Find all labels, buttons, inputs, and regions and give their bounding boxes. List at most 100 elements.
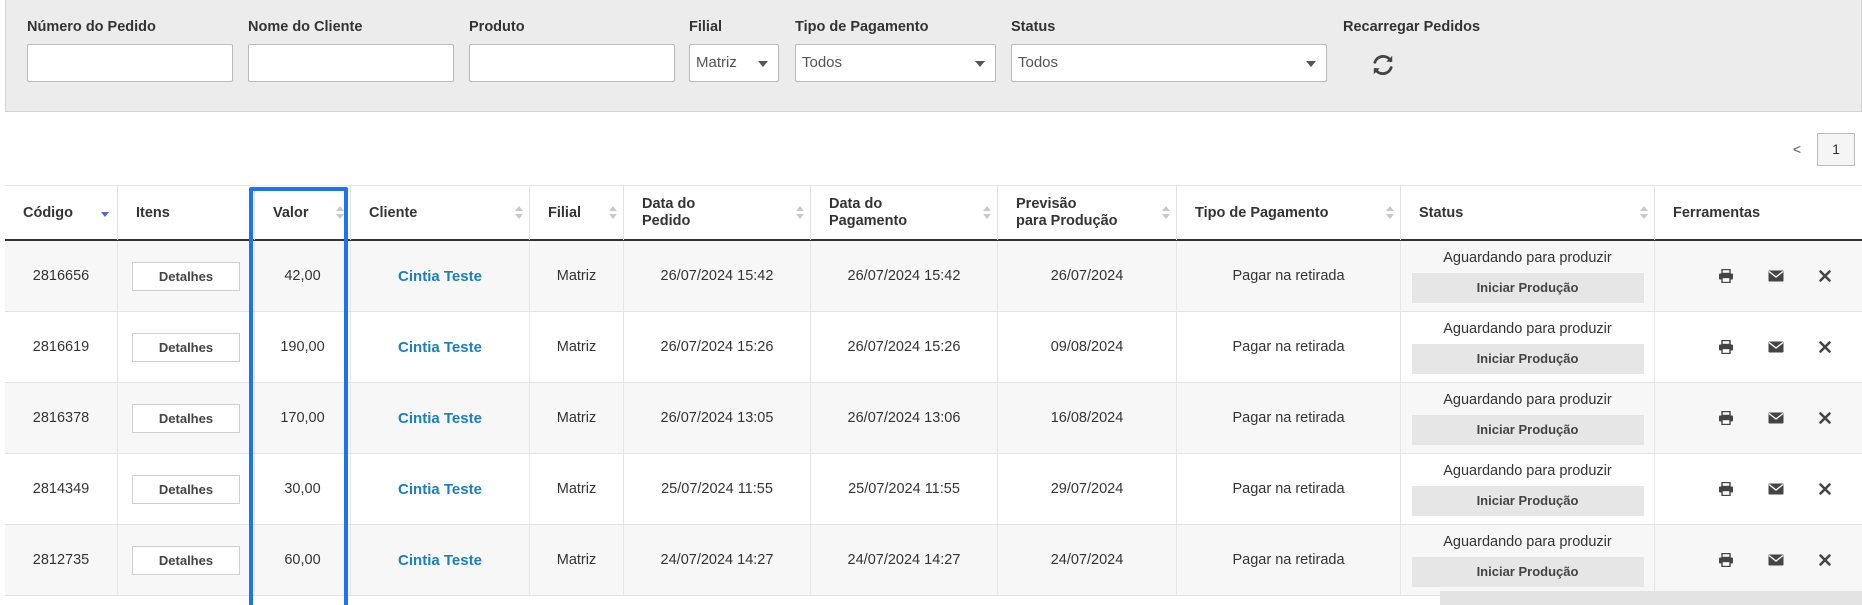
cell-client: Cintia Teste <box>351 383 530 453</box>
print-icon[interactable] <box>1718 411 1734 425</box>
cell-items: Detalhes <box>118 312 255 382</box>
forecast-date: 24/07/2024 <box>1050 552 1124 568</box>
col-header-code[interactable]: Código <box>5 186 118 240</box>
cell-status: Aguardando para produzir Iniciar Produçã… <box>1401 525 1655 595</box>
sort-desc-icon <box>101 206 109 220</box>
pagination: < 1 <box>1793 132 1855 166</box>
cell-client: Cintia Teste <box>351 454 530 524</box>
cell-items: Detalhes <box>118 241 255 311</box>
payment-date: 24/07/2024 14:27 <box>847 552 961 568</box>
cell-code: 2816378 <box>5 383 118 453</box>
forecast-date: 29/07/2024 <box>1050 481 1124 497</box>
cell-forecast: 29/07/2024 <box>998 454 1177 524</box>
cell-payment-date: 26/07/2024 15:42 <box>811 241 998 311</box>
start-production-button[interactable]: Iniciar Produção <box>1411 344 1644 374</box>
close-icon[interactable] <box>1817 269 1833 283</box>
order-date: 25/07/2024 11:55 <box>661 481 773 497</box>
branch-label: Filial <box>689 19 723 35</box>
envelope-icon[interactable] <box>1768 340 1784 354</box>
print-icon[interactable] <box>1718 482 1734 496</box>
cell-client: Cintia Teste <box>351 525 530 595</box>
start-production-button[interactable]: Iniciar Produção <box>1411 415 1644 445</box>
table-row: 2816656 Detalhes 42,00 Cintia Teste Matr… <box>5 241 1862 312</box>
col-header-status[interactable]: Status <box>1401 186 1655 240</box>
print-icon[interactable] <box>1718 553 1734 567</box>
order-number-input[interactable] <box>27 44 233 82</box>
order-date: 24/07/2024 14:27 <box>660 552 774 568</box>
cell-payment-date: 25/07/2024 11:55 <box>811 454 998 524</box>
cell-order-date: 24/07/2024 14:27 <box>624 525 811 595</box>
status-select[interactable]: Todos <box>1011 44 1327 82</box>
details-button[interactable]: Detalhes <box>132 545 240 575</box>
branch-select[interactable]: Matriz <box>689 44 779 82</box>
client-link[interactable]: Cintia Teste <box>398 410 482 427</box>
client-link[interactable]: Cintia Teste <box>398 481 482 498</box>
start-production-button[interactable]: Iniciar Produção <box>1411 557 1644 587</box>
product-label: Produto <box>469 19 525 35</box>
chevron-down-icon <box>975 61 985 67</box>
col-header-label: Filial <box>548 204 582 221</box>
pagination-page-current[interactable]: 1 <box>1817 132 1855 166</box>
client-link[interactable]: Cintia Teste <box>398 268 482 285</box>
details-button[interactable]: Detalhes <box>132 332 240 362</box>
print-icon[interactable] <box>1718 340 1734 354</box>
client-link[interactable]: Cintia Teste <box>398 552 482 569</box>
sort-icon <box>1162 206 1170 220</box>
close-icon[interactable] <box>1817 411 1833 425</box>
start-production-button[interactable]: Iniciar Produção <box>1411 486 1644 516</box>
envelope-icon[interactable] <box>1768 553 1784 567</box>
print-icon[interactable] <box>1718 269 1734 283</box>
payment-type: Pagar na retirada <box>1232 339 1345 355</box>
payment-date: 26/07/2024 15:42 <box>847 268 961 284</box>
chevron-down-icon <box>1306 61 1316 67</box>
cell-payment-type: Pagar na retirada <box>1177 241 1401 311</box>
details-button[interactable]: Detalhes <box>132 261 240 291</box>
cell-tools <box>1655 525 1862 595</box>
order-code: 2816656 <box>32 268 90 284</box>
refresh-icon[interactable] <box>1370 52 1396 78</box>
status-text: Aguardando para produzir <box>1443 392 1612 408</box>
order-code: 2816378 <box>32 410 90 426</box>
status-text: Aguardando para produzir <box>1443 321 1612 337</box>
branch-text: Matriz <box>556 481 597 497</box>
branch-text: Matriz <box>556 552 597 568</box>
horizontal-scrollbar[interactable] <box>1440 591 1862 605</box>
client-link[interactable]: Cintia Teste <box>398 339 482 356</box>
envelope-icon[interactable] <box>1768 411 1784 425</box>
cell-items: Detalhes <box>118 525 255 595</box>
col-header-label: Status <box>1419 204 1464 221</box>
envelope-icon[interactable] <box>1768 482 1784 496</box>
col-header-order-date[interactable]: Data do Pedido <box>624 186 811 240</box>
client-name-label: Nome do Cliente <box>248 19 363 35</box>
details-button[interactable]: Detalhes <box>132 474 240 504</box>
col-header-payment-date[interactable]: Data do Pagamento <box>811 186 998 240</box>
payment-date: 26/07/2024 15:26 <box>847 339 961 355</box>
col-header-value[interactable]: Valor <box>255 186 351 240</box>
cell-status: Aguardando para produzir Iniciar Produçã… <box>1401 454 1655 524</box>
payment-type-select-value: Todos <box>802 54 843 71</box>
col-header-payment-type[interactable]: Tipo de Pagamento <box>1177 186 1401 240</box>
start-production-button[interactable]: Iniciar Produção <box>1411 273 1644 303</box>
payment-type-select[interactable]: Todos <box>795 44 996 82</box>
client-name-input[interactable] <box>248 44 454 82</box>
branch-text: Matriz <box>556 410 597 426</box>
status-select-value: Todos <box>1018 54 1059 71</box>
order-date: 26/07/2024 15:26 <box>660 339 774 355</box>
status-text: Aguardando para produzir <box>1443 250 1612 266</box>
close-icon[interactable] <box>1817 482 1833 496</box>
col-header-branch[interactable]: Filial <box>530 186 624 240</box>
cell-payment-type: Pagar na retirada <box>1177 312 1401 382</box>
pagination-prev[interactable]: < <box>1793 141 1801 157</box>
cell-code: 2814349 <box>5 454 118 524</box>
col-header-forecast[interactable]: Previsão para Produção <box>998 186 1177 240</box>
branch-filter: Filial Matriz <box>689 18 779 82</box>
col-header-client[interactable]: Cliente <box>351 186 530 240</box>
order-value: 42,00 <box>284 268 321 284</box>
envelope-icon[interactable] <box>1768 269 1784 283</box>
close-icon[interactable] <box>1817 340 1833 354</box>
col-header-label: Ferramentas <box>1673 204 1761 221</box>
details-button[interactable]: Detalhes <box>132 403 240 433</box>
cell-tools <box>1655 454 1862 524</box>
product-input[interactable] <box>469 44 675 82</box>
close-icon[interactable] <box>1817 553 1833 567</box>
